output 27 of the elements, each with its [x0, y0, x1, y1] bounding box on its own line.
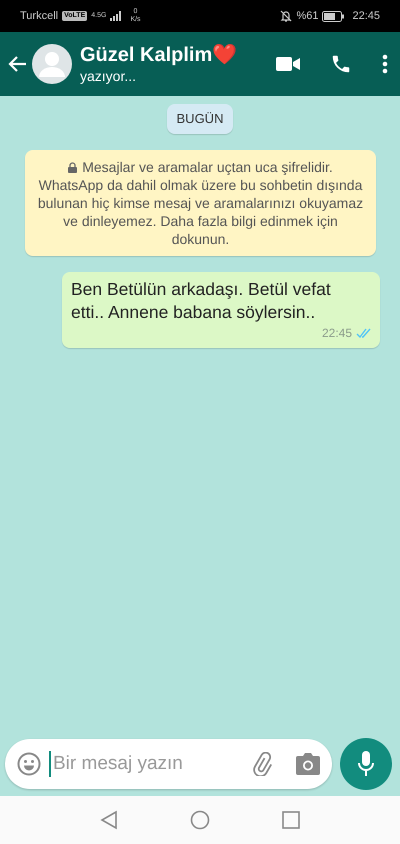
avatar-icon[interactable]	[32, 44, 72, 84]
date-chip: BUGÜN	[166, 104, 234, 134]
recents-nav-icon[interactable]	[282, 811, 300, 829]
clock: 22:45	[352, 8, 380, 24]
typing-status: yazıyor...	[80, 67, 138, 85]
battery-icon	[322, 10, 344, 22]
home-nav-icon[interactable]	[190, 810, 210, 830]
muted-bell-icon	[280, 10, 292, 22]
signal-icon	[110, 11, 122, 21]
mic-button[interactable]	[340, 738, 392, 790]
message-text: Ben Betülün arkadaşı. Betül vefat etti.. Annene babana söylersin..	[71, 278, 332, 324]
battery-percent: %61	[296, 8, 318, 24]
composer-bar[interactable]: Bir mesaj yazın	[5, 739, 332, 789]
lock-icon	[68, 162, 78, 174]
carrier-name: Turkcell	[20, 8, 58, 24]
paperclip-icon[interactable]	[250, 752, 274, 776]
contact-name[interactable]: Güzel Kalplim❤	[80, 43, 276, 67]
microphone-icon	[358, 751, 374, 777]
video-call-icon[interactable]	[276, 56, 300, 72]
message-bubble[interactable]: Ben Betülün arkadaşı. Betül vefat etti.. Annene babana söylersin.. 22:45	[62, 272, 380, 348]
phone-icon[interactable]	[330, 53, 352, 75]
menu-icon[interactable]	[382, 54, 388, 74]
encryption-notice[interactable]: Mesajlar ve aramalar uçtan uca şifrelidir. WhatsApp da dahil olmak üzere bu sohbetin dışında bulunan hiç kimse mesaj ve aramalarınızı okuyamaz ve dinleyemez. Daha fazla bilgi edinmek için dokunun.	[25, 150, 376, 256]
emoji-icon[interactable]	[17, 752, 41, 776]
back-nav-icon[interactable]	[100, 810, 118, 830]
camera-icon[interactable]	[296, 753, 320, 775]
message-time: 22:45	[322, 324, 352, 342]
